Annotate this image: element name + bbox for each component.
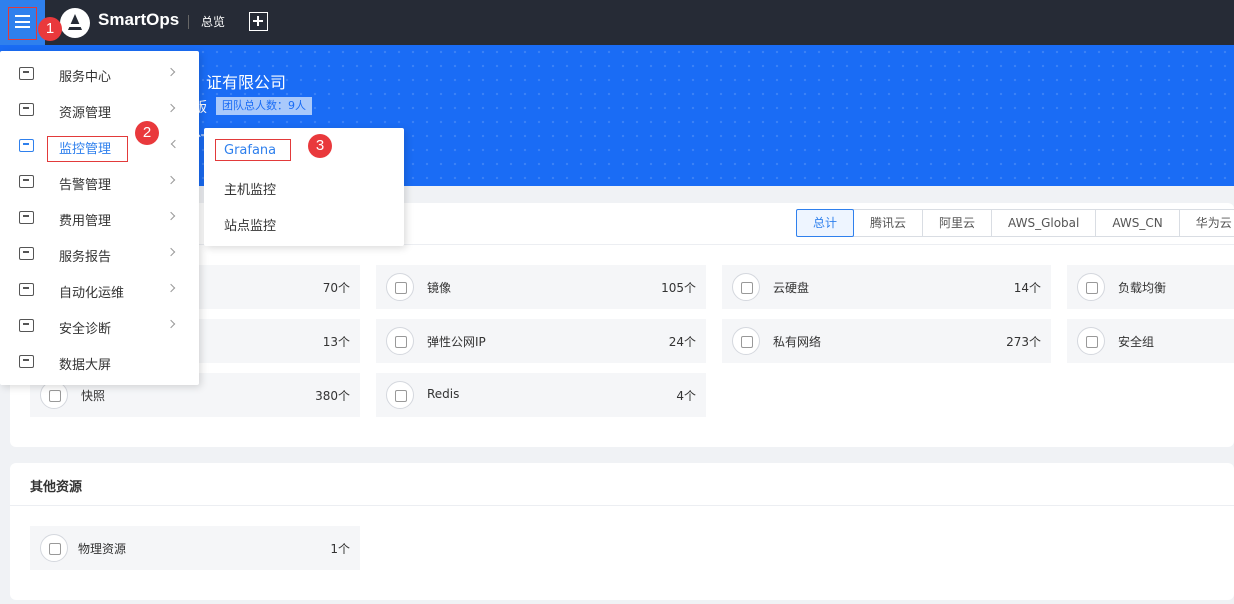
resource-name: 私有网络 (773, 335, 822, 349)
menu-item-label: 费用管理 (59, 214, 112, 229)
menu-item-dashboard[interactable]: 数据大屏 (0, 344, 199, 380)
other-resources-card: 其他资源 物理资源 1个 (10, 463, 1234, 600)
tab-aws-global[interactable]: AWS_Global (991, 209, 1097, 237)
dashboard-icon (19, 355, 34, 368)
resource-tile-eip[interactable]: 弹性公网IP 24个 (376, 319, 706, 363)
resource-tile-redis[interactable]: Redis 4个 (376, 373, 706, 417)
tab-aws-cn[interactable]: AWS_CN (1095, 209, 1180, 237)
menu-item-label: 服务中心 (59, 70, 112, 85)
resource-count: 273个 (1006, 335, 1041, 349)
chevron-right-icon (166, 319, 176, 329)
security-icon (19, 319, 34, 332)
redis-icon (386, 381, 414, 409)
resource-count: 105个 (661, 281, 696, 295)
cost-icon (19, 211, 34, 224)
resource-count: 4个 (676, 389, 696, 403)
vpc-icon (732, 327, 760, 355)
service-center-icon (19, 67, 34, 80)
company-name: 证有限公司 (206, 73, 287, 92)
disk-icon (732, 273, 760, 301)
annotation-box-3 (215, 139, 291, 161)
add-tab-button[interactable] (249, 12, 268, 31)
physical-resource-icon (40, 534, 68, 562)
annotation-box-1 (8, 7, 37, 40)
chevron-right-icon (166, 67, 176, 77)
menu-toggle-button[interactable] (0, 0, 45, 45)
menu-item-label: 服务报告 (59, 250, 112, 265)
resource-tile-security-group[interactable]: 安全组 (1067, 319, 1234, 363)
resource-icon (19, 103, 34, 116)
menu-item-report[interactable]: 服务报告 (0, 236, 199, 272)
resource-tile-image[interactable]: 镜像 105个 (376, 265, 706, 309)
chevron-right-icon (166, 211, 176, 221)
chevron-right-icon (166, 283, 176, 293)
resource-name: 物理资源 (78, 542, 127, 556)
submenu-item-host-monitor[interactable]: 主机监控 (224, 179, 276, 198)
tab-huawei[interactable]: 华为云 (1178, 209, 1234, 237)
menu-item-label: 资源管理 (59, 106, 112, 121)
resource-name: Redis (427, 387, 460, 401)
security-group-icon (1077, 327, 1105, 355)
divider (188, 15, 189, 29)
chevron-right-icon (166, 175, 176, 185)
chevron-right-icon (166, 247, 176, 257)
menu-item-label: 告警管理 (59, 178, 112, 193)
alarm-icon (19, 175, 34, 188)
resource-count: 24个 (668, 335, 696, 349)
resource-name: 镜像 (427, 281, 452, 295)
submenu-item-site-monitor[interactable]: 站点监控 (224, 215, 276, 234)
resource-count: 13个 (322, 335, 350, 349)
menu-item-cost[interactable]: 费用管理 (0, 200, 199, 236)
side-menu: 服务中心 资源管理 监控管理 告警管理 费用管理 服务报告 自动化运维 安全诊断 (0, 51, 199, 385)
report-icon (19, 247, 34, 260)
resource-tile-load-balancer[interactable]: 负载均衡 (1067, 265, 1234, 309)
resource-count: 380个 (315, 389, 350, 403)
image-icon (386, 273, 414, 301)
menu-item-service-center[interactable]: 服务中心 (0, 56, 199, 92)
resource-count: 70个 (322, 281, 350, 295)
resource-name: 弹性公网IP (427, 335, 486, 349)
top-bar: SmartOps 总览 (0, 0, 1234, 45)
eip-icon (386, 327, 414, 355)
monitor-icon (19, 139, 34, 152)
menu-item-label: 安全诊断 (59, 322, 112, 337)
menu-item-resource[interactable]: 资源管理 (0, 92, 199, 128)
menu-item-security[interactable]: 安全诊断 (0, 308, 199, 344)
chevron-left-icon (170, 139, 180, 149)
resource-name: 负载均衡 (1118, 281, 1167, 295)
cloud-provider-tabs: 总计 腾讯云 阿里云 AWS_Global AWS_CN 华为云 (796, 209, 1234, 237)
tab-tencent[interactable]: 腾讯云 (853, 209, 924, 237)
annotation-badge-1: 1 (38, 17, 62, 41)
tab-aliyun[interactable]: 阿里云 (922, 209, 993, 237)
resource-tile-vpc[interactable]: 私有网络 273个 (722, 319, 1051, 363)
team-size-badge: 团队总人数：9人 (216, 97, 312, 115)
brand-name: SmartOps (98, 10, 180, 29)
card-divider (10, 505, 1234, 506)
automation-icon (19, 283, 34, 296)
resource-name: 安全组 (1118, 335, 1155, 349)
chevron-right-icon (166, 103, 176, 113)
section-title: 其他资源 (30, 480, 83, 495)
nav-overview-link[interactable]: 总览 (201, 13, 225, 30)
resource-tile-physical[interactable]: 物理资源 1个 (30, 526, 360, 570)
resource-name: 云硬盘 (773, 281, 810, 295)
menu-item-automation[interactable]: 自动化运维 (0, 272, 199, 308)
resource-count: 14个 (1013, 281, 1041, 295)
annotation-box-2 (47, 136, 128, 162)
resource-tile-disk[interactable]: 云硬盘 14个 (722, 265, 1051, 309)
load-balancer-icon (1077, 273, 1105, 301)
annotation-badge-3: 3 (308, 134, 332, 158)
menu-item-label: 数据大屏 (59, 358, 112, 373)
resource-count: 1个 (330, 542, 350, 556)
annotation-badge-2: 2 (135, 121, 159, 145)
snapshot-icon (40, 381, 68, 409)
smartops-logo-icon (60, 8, 90, 38)
menu-item-alarm[interactable]: 告警管理 (0, 164, 199, 200)
resource-name: 快照 (81, 389, 106, 403)
menu-item-label: 自动化运维 (59, 286, 125, 301)
tab-total[interactable]: 总计 (796, 209, 855, 237)
